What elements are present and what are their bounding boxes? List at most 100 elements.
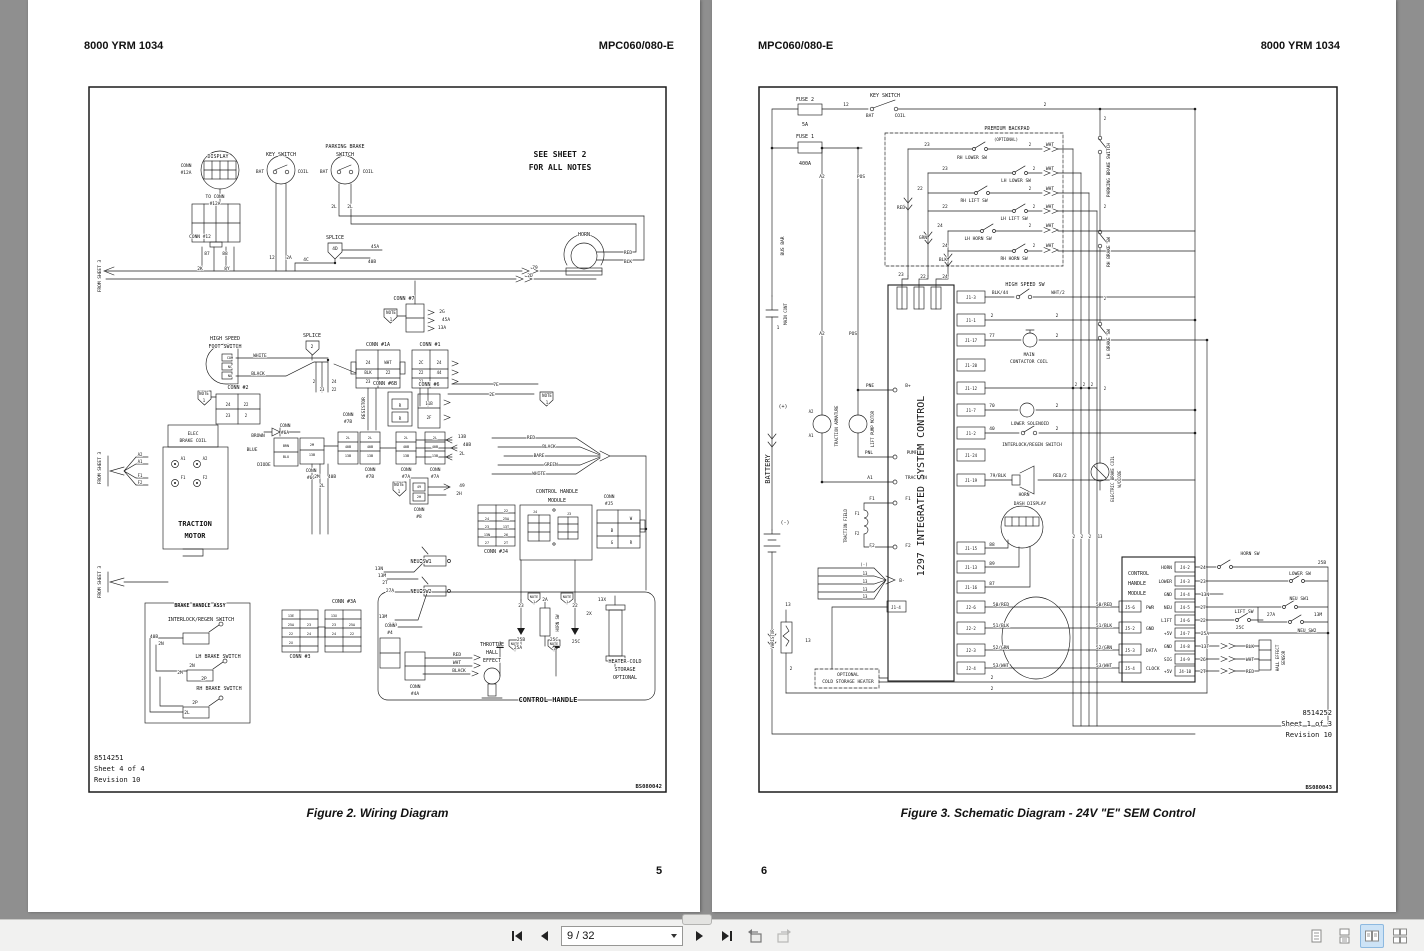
svg-text:BAT: BAT — [256, 169, 264, 175]
svg-text:49: 49 — [417, 485, 421, 489]
svg-text:CONN #12: CONN #12 — [189, 234, 211, 240]
svg-text:2T: 2T — [382, 580, 388, 586]
svg-text:13E: 13E — [288, 614, 294, 618]
svg-text:25A: 25A — [1201, 631, 1209, 637]
svg-text:13B: 13B — [367, 454, 373, 458]
svg-text:HORN SW: HORN SW — [1241, 551, 1260, 557]
svg-text:12: 12 — [269, 255, 275, 261]
svg-text:25B: 25B — [517, 637, 525, 643]
svg-text:(+): (+) — [778, 404, 787, 410]
svg-text:2: 2 — [1083, 382, 1086, 387]
two-page-view-button[interactable] — [1360, 924, 1384, 948]
svg-text:2L: 2L — [347, 204, 353, 210]
svg-text:23: 23 — [226, 413, 231, 418]
svg-text:FROM SHEET 3: FROM SHEET 3 — [97, 451, 103, 484]
svg-text:77: 77 — [989, 333, 995, 339]
svg-text:MOTOR: MOTOR — [184, 532, 206, 540]
svg-text:RED: RED — [624, 250, 632, 256]
page-header-right: 8000 YRM 1034 — [1261, 40, 1340, 52]
svg-text:CONN #6B: CONN #6B — [373, 381, 397, 387]
svg-text:HALL: HALL — [486, 650, 498, 656]
svg-text:27A: 27A — [386, 588, 394, 594]
svg-text:23: 23 — [518, 603, 524, 609]
next-view-button[interactable] — [771, 924, 795, 948]
svg-text:RH HORN SW: RH HORN SW — [1000, 256, 1027, 262]
svg-text:J1-1: J1-1 — [966, 318, 976, 323]
svg-text:#4A: #4A — [411, 691, 419, 697]
single-page-view-button[interactable] — [1304, 924, 1328, 948]
figure-3-labels: FUSE 25A12KEY SWITCHBATCOIL2FUSE 1400AA2… — [764, 93, 1332, 791]
svg-text:WHT: WHT — [1046, 223, 1054, 229]
svg-text:#6A: #6A — [281, 430, 289, 436]
svg-text:2: 2 — [1029, 223, 1032, 228]
svg-text:(-): (-) — [860, 562, 867, 567]
two-page-continuous-icon — [1391, 927, 1409, 945]
svg-text:J4-6: J4-6 — [1180, 618, 1190, 623]
svg-text:27A: 27A — [1267, 612, 1275, 618]
svg-text:DISPLAY: DISPLAY — [207, 154, 228, 160]
svg-text:TRACTION FIELD: TRACTION FIELD — [843, 509, 848, 543]
svg-text:2: 2 — [1091, 382, 1094, 387]
two-page-continuous-view-button[interactable] — [1388, 924, 1412, 948]
svg-text:24: 24 — [485, 517, 489, 521]
svg-text:#7A: #7A — [431, 474, 439, 480]
continuous-view-button[interactable] — [1332, 924, 1356, 948]
svg-text:F2: F2 — [855, 531, 860, 536]
svg-text:2L: 2L — [368, 436, 372, 440]
svg-text:THROTTLE: THROTTLE — [480, 642, 504, 648]
svg-text:CONN: CONN — [430, 467, 441, 473]
svg-text:RED: RED — [897, 205, 905, 211]
svg-text:2L: 2L — [346, 436, 350, 440]
svg-text:+5V: +5V — [1164, 669, 1172, 675]
svg-text:BUS BAR: BUS BAR — [780, 236, 786, 255]
svg-text:WHT: WHT — [1046, 186, 1054, 192]
svg-text:BLU: BLU — [283, 455, 289, 459]
document-page-5: 8000 YRM 1034 MPC060/080-E — [28, 0, 700, 912]
svg-text:KEY SWITCH: KEY SWITCH — [870, 93, 900, 99]
svg-text:PNE: PNE — [866, 383, 874, 389]
svg-text:F1: F1 — [181, 475, 186, 480]
svg-text:1: 1 — [398, 489, 401, 494]
svg-text:NEU SW1: NEU SW1 — [1290, 596, 1309, 602]
svg-text:WHT: WHT — [1046, 142, 1054, 148]
continuous-page-icon — [1335, 927, 1353, 945]
svg-text:2X: 2X — [289, 641, 294, 645]
svg-text:HEATER-COLD: HEATER-COLD — [608, 659, 641, 665]
svg-text:2: 2 — [245, 413, 248, 418]
svg-text:25B: 25B — [1318, 560, 1326, 566]
svg-text:13: 13 — [805, 638, 811, 644]
last-page-button[interactable] — [715, 924, 739, 948]
svg-text:J4-7: J4-7 — [1180, 631, 1190, 636]
page-number-5: 5 — [656, 865, 662, 877]
svg-text:HORN: HORN — [578, 232, 590, 238]
svg-text:2: 2 — [1104, 116, 1107, 121]
svg-text:24: 24 — [226, 402, 231, 407]
svg-text:J1-16: J1-16 — [965, 585, 978, 590]
first-page-button[interactable] — [505, 924, 529, 948]
svg-text:BRN: BRN — [283, 444, 289, 448]
page-header-left: MPC060/080-E — [758, 40, 833, 52]
svg-text:J4-9: J4-9 — [1180, 657, 1190, 662]
page-number-input[interactable]: 9 / 32 — [561, 926, 683, 946]
svg-text:27: 27 — [485, 541, 489, 545]
svg-text:A2: A2 — [138, 452, 143, 457]
previous-page-button[interactable] — [533, 924, 557, 948]
svg-text:24: 24 — [366, 360, 371, 365]
svg-text:LH LOWER SW: LH LOWER SW — [1001, 178, 1031, 184]
svg-text:STORAGE: STORAGE — [614, 667, 635, 673]
svg-text:23: 23 — [1200, 579, 1206, 585]
svg-text:22: 22 — [942, 204, 948, 210]
next-page-button[interactable] — [687, 924, 711, 948]
svg-text:13X: 13X — [598, 597, 606, 603]
svg-text:2C: 2C — [419, 360, 424, 365]
svg-text:26: 26 — [1200, 657, 1206, 663]
svg-text:HIGH SPEED: HIGH SPEED — [210, 336, 240, 342]
pdf-viewer-window: 8000 YRM 1034 MPC060/080-E — [0, 0, 1424, 951]
svg-text:22: 22 — [244, 402, 249, 407]
svg-text:COM: COM — [227, 356, 233, 360]
svg-text:2H: 2H — [456, 491, 462, 497]
svg-text:2X: 2X — [586, 611, 592, 617]
svg-text:2: 2 — [1033, 166, 1036, 171]
previous-view-button[interactable] — [743, 924, 767, 948]
svg-text:SPLICE: SPLICE — [326, 235, 344, 241]
